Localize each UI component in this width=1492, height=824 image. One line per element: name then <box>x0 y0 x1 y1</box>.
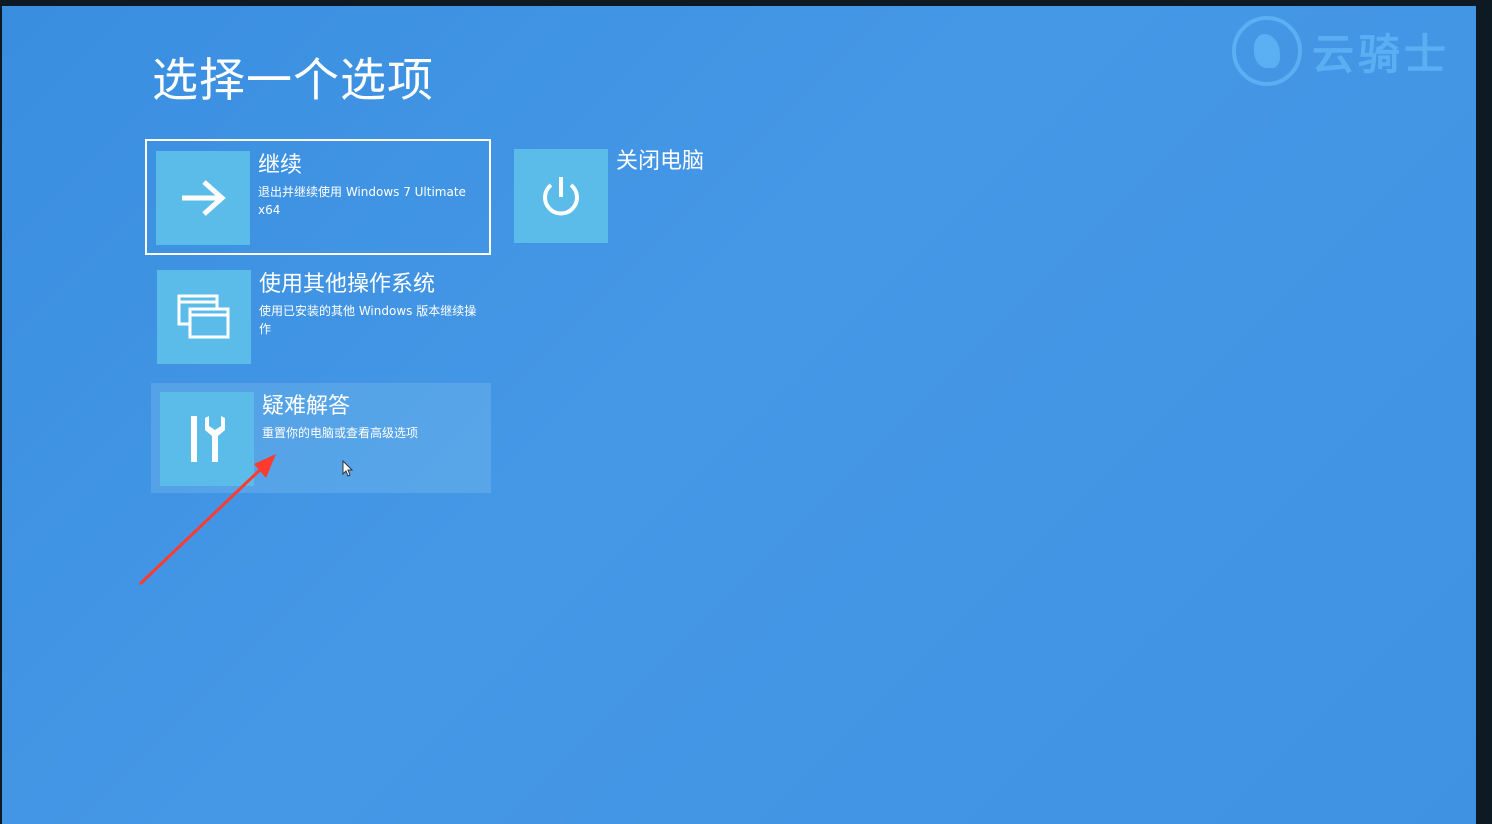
page-title: 选择一个选项 <box>152 53 434 107</box>
option-shutdown-text: 关闭电脑 <box>616 149 704 177</box>
mouse-cursor-icon <box>342 459 354 482</box>
option-continue-text: 继续 退出并继续使用 Windows 7 Ultimate x64 <box>258 151 478 219</box>
power-icon <box>514 149 608 243</box>
option-shutdown[interactable]: 关闭电脑 <box>514 149 734 245</box>
tools-icon <box>160 392 254 486</box>
option-continue[interactable]: 继续 退出并继续使用 Windows 7 Ultimate x64 <box>145 139 491 255</box>
option-other-os[interactable]: 使用其他操作系统 使用已安装的其他 Windows 版本继续操作 <box>157 270 497 366</box>
option-troubleshoot-desc: 重置你的电脑或查看高级选项 <box>262 426 419 440</box>
arrow-right-icon <box>156 151 250 245</box>
option-continue-desc: 退出并继续使用 Windows 7 Ultimate x64 <box>258 185 466 217</box>
option-other-os-title: 使用其他操作系统 <box>259 272 436 297</box>
option-shutdown-title: 关闭电脑 <box>616 149 705 174</box>
option-troubleshoot-title: 疑难解答 <box>262 394 351 419</box>
watermark-text: 云骑士 <box>1311 29 1450 79</box>
watermark: 云骑士 <box>1231 16 1450 86</box>
recovery-screen: 选择一个选项 云骑士 继续 退出并继续使用 Windows 7 Ultimate… <box>2 6 1476 824</box>
option-troubleshoot[interactable]: 疑难解答 重置你的电脑或查看高级选项 <box>151 383 491 493</box>
windows-stack-icon <box>157 270 251 364</box>
option-troubleshoot-text: 疑难解答 重置你的电脑或查看高级选项 <box>262 392 482 442</box>
option-other-os-desc: 使用已安装的其他 Windows 版本继续操作 <box>259 304 477 336</box>
option-other-os-text: 使用其他操作系统 使用已安装的其他 Windows 版本继续操作 <box>259 270 479 338</box>
option-continue-title: 继续 <box>258 153 303 178</box>
watermark-logo-icon <box>1231 16 1302 86</box>
